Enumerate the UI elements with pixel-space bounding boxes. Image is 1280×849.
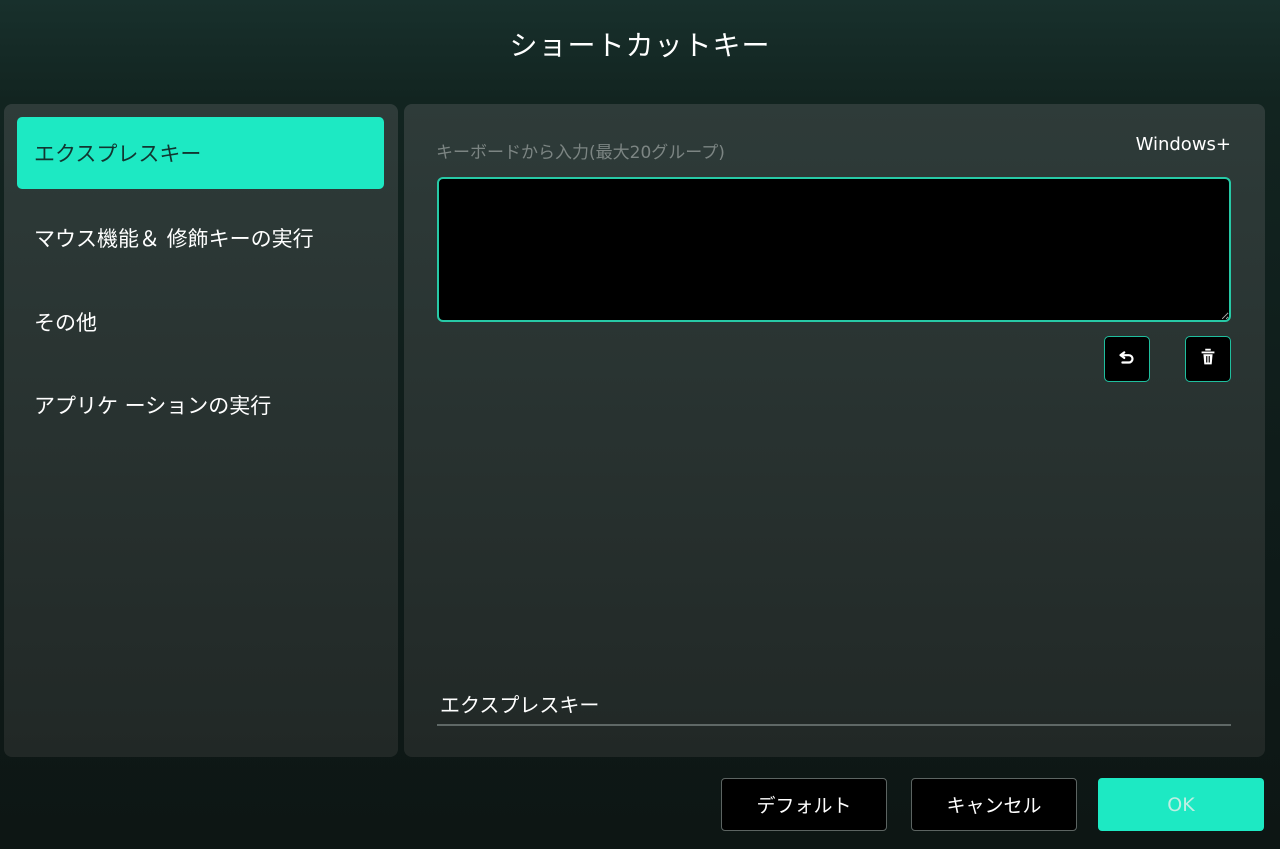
sidebar-item-express-keys[interactable]: エクスプレスキー [17, 117, 384, 189]
main-panel: キーボードから入力(最大20グループ) Windows+ [404, 104, 1265, 757]
undo-button[interactable] [1104, 336, 1150, 382]
dialog-title: ショートカットキー [509, 29, 771, 62]
delete-button[interactable] [1185, 336, 1231, 382]
shortcut-name-field[interactable] [437, 682, 1231, 726]
default-button[interactable]: デフォルト [721, 778, 887, 831]
modifier-label: Windows+ [1135, 134, 1231, 155]
ok-button[interactable]: OK [1098, 778, 1264, 831]
sidebar-item-mouse-modifier[interactable]: マウス機能＆ 修飾キーの実行 [17, 202, 384, 274]
key-input-field[interactable] [437, 177, 1231, 322]
undo-icon [1116, 346, 1138, 372]
sidebar-item-other[interactable]: その他 [17, 286, 384, 358]
sidebar: エクスプレスキー マウス機能＆ 修飾キーの実行 その他 アプリケ ーションの実行 [4, 104, 398, 757]
trash-icon [1197, 346, 1219, 372]
sidebar-item-run-application[interactable]: アプリケ ーションの実行 [17, 369, 384, 441]
key-input-label: キーボードから入力(最大20グループ) [436, 143, 725, 163]
cancel-button[interactable]: キャンセル [911, 778, 1077, 831]
